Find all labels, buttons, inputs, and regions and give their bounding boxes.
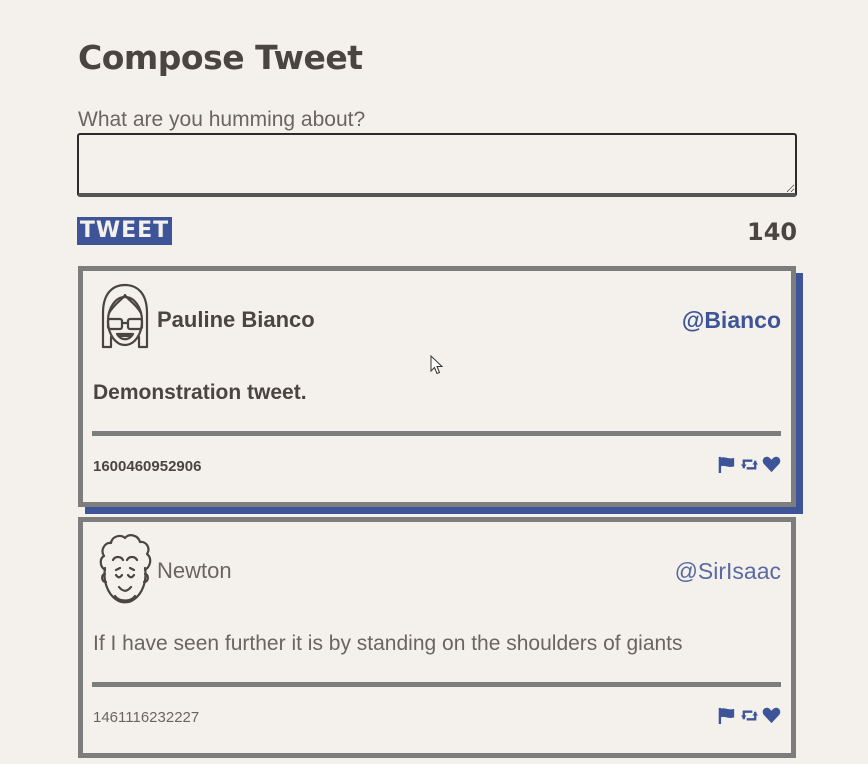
tweet-actions [718,706,781,725]
heart-icon[interactable] [762,455,781,474]
tweet-timestamp: 1461116232227 [93,709,200,726]
author-name: Pauline Bianco [157,307,315,332]
author-handle[interactable]: @Bianco [682,307,781,334]
tweet-text: If I have seen further it is by standing… [93,632,683,655]
tweet-card: Pauline Bianco @Bianco Demonstration twe… [78,266,796,507]
retweet-icon[interactable] [740,706,759,725]
mouse-pointer-icon [430,355,444,375]
retweet-icon[interactable] [740,455,759,474]
author-name: Newton [157,558,232,583]
compose-label: What are you humming about? [78,108,366,131]
tweet-card: Newton @SirIsaac If I have seen further … [78,517,796,758]
woman-with-glasses-avatar-icon [101,283,149,349]
flag-icon[interactable] [718,706,737,725]
tweet-divider [92,431,781,436]
curly-haired-man-avatar-icon [99,534,152,604]
tweet-text: Demonstration tweet. [93,381,307,404]
page-title: Compose Tweet [78,38,363,77]
tweet-actions [718,455,781,474]
heart-icon[interactable] [762,706,781,725]
tweet-text-input[interactable] [77,133,797,197]
flag-icon[interactable] [718,455,737,474]
author-handle[interactable]: @SirIsaac [675,558,781,585]
tweet-button[interactable]: TWEET [77,217,172,245]
tweet-divider [92,682,781,687]
tweet-timestamp: 1600460952906 [93,458,202,475]
character-counter: 140 [747,218,798,246]
